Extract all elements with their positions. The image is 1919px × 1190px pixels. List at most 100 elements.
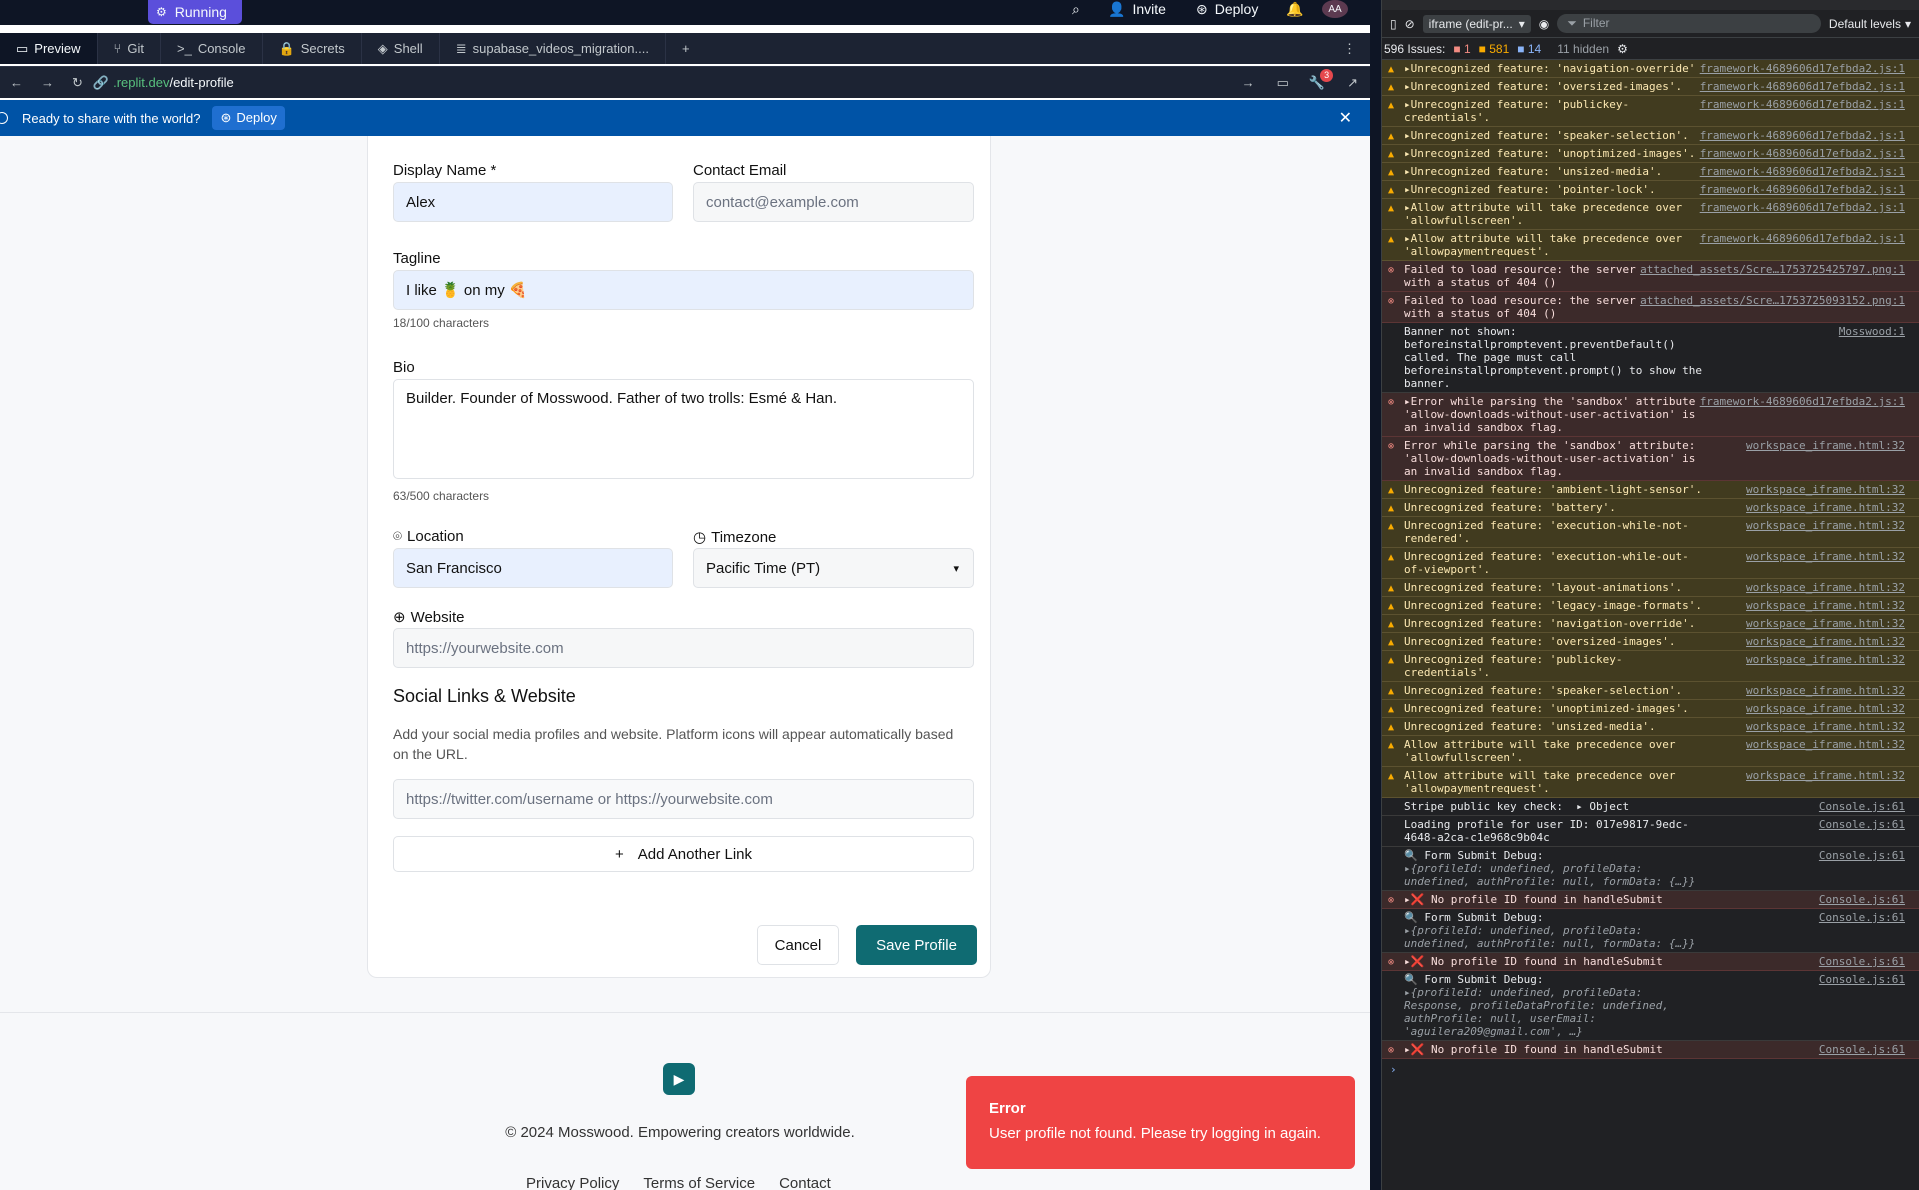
location-input[interactable]: San Francisco	[393, 548, 673, 588]
tab-console[interactable]: >_ Console	[161, 33, 263, 64]
log-source-link[interactable]: framework-4689606d17efbda2.js:1	[1695, 201, 1905, 214]
log-source-link[interactable]: framework-4689606d17efbda2.js:1	[1695, 129, 1905, 142]
go-icon[interactable]: →	[1230, 75, 1267, 90]
log-source-link[interactable]: Console.js:61	[1815, 800, 1905, 813]
console-prompt[interactable]: ›	[1382, 1059, 1919, 1080]
console-log-row[interactable]: 🔍 Form Submit Debug: ▸{profileId: undefin…	[1382, 847, 1919, 891]
log-source-link[interactable]: Console.js:61	[1815, 911, 1905, 924]
console-log-row[interactable]: ▲ Unrecognized feature: 'layout-animation…	[1382, 579, 1919, 597]
website-input[interactable]: https://yourwebsite.com	[393, 628, 974, 668]
console-log-row[interactable]: ▲ Unrecognized feature: 'unoptimized-imag…	[1382, 700, 1919, 718]
issues-bar[interactable]: 596 Issues: ■ 1 ■ 581 ■ 14 11 hidden ⚙	[1382, 38, 1919, 60]
log-object-preview[interactable]: ▸{profileId: undefined, profileData: Res…	[1404, 986, 1915, 1038]
log-source-link[interactable]: workspace_iframe.html:32	[1742, 653, 1905, 666]
console-log-row[interactable]: ▲ ▸Unrecognized feature: 'pointer-lock'. f…	[1382, 181, 1919, 199]
log-source-link[interactable]: workspace_iframe.html:32	[1742, 550, 1905, 563]
console-log-row[interactable]: ▲ Unrecognized feature: 'navigation-overr…	[1382, 615, 1919, 633]
console-log-row[interactable]: ▲ Unrecognized feature: 'unsized-media'. w…	[1382, 718, 1919, 736]
more-options-icon[interactable]: ⋮	[1343, 41, 1370, 57]
search-icon[interactable]: ⌕	[1072, 0, 1080, 18]
log-source-link[interactable]: Console.js:61	[1814, 893, 1905, 906]
console-log-row[interactable]: ▲ ▸Unrecognized feature: 'publickey-crede…	[1382, 96, 1919, 127]
log-object-preview[interactable]: ▸{profileId: undefined, profileData: und…	[1404, 862, 1915, 888]
error-toast[interactable]: Error User profile not found. Please try…	[966, 1076, 1355, 1169]
console-log-row[interactable]: Loading profile for user ID: 017e9817-9e…	[1382, 816, 1919, 847]
avatar[interactable]: AA	[1322, 0, 1348, 18]
tab-shell[interactable]: ◈ Shell	[362, 33, 440, 64]
console-log-row[interactable]: Stripe public key check: ▸ Object Console…	[1382, 798, 1919, 816]
forward-icon[interactable]: →	[33, 75, 62, 90]
tab-preview[interactable]: ▭ Preview	[0, 33, 98, 64]
console-log-row[interactable]: ▲ Unrecognized feature: 'execution-while-…	[1382, 517, 1919, 548]
log-source-link[interactable]: attached_assets/Scre…1753725425797.png:1	[1636, 263, 1905, 276]
filter-input[interactable]: ⏷ Filter	[1557, 14, 1821, 33]
log-source-link[interactable]: workspace_iframe.html:32	[1742, 439, 1905, 452]
reload-icon[interactable]: ↻	[62, 75, 93, 91]
console-log-row[interactable]: ▲ Unrecognized feature: 'oversized-images…	[1382, 633, 1919, 651]
log-source-link[interactable]: Console.js:61	[1814, 955, 1905, 968]
sidebar-toggle-icon[interactable]: ▯	[1390, 17, 1397, 31]
console-log-row[interactable]: ▲ ▸Unrecognized feature: 'unsized-media'.…	[1382, 163, 1919, 181]
log-source-link[interactable]: workspace_iframe.html:32	[1742, 684, 1905, 697]
log-source-link[interactable]: workspace_iframe.html:32	[1742, 720, 1905, 733]
run-status-button[interactable]: ⚙ Running	[148, 0, 242, 24]
banner-deploy-button[interactable]: ⊛ Deploy	[212, 106, 285, 130]
console-log-row[interactable]: ⊗ ▸❌ No profile ID found in handleSubmit C…	[1382, 1041, 1919, 1059]
log-source-link[interactable]: workspace_iframe.html:32	[1742, 738, 1905, 751]
cancel-button[interactable]: Cancel	[757, 925, 839, 965]
tab-git[interactable]: ⑂ Git	[98, 33, 161, 64]
open-new-window-icon[interactable]: ↗	[1335, 75, 1370, 91]
log-source-link[interactable]: workspace_iframe.html:32	[1742, 617, 1905, 630]
contact-link[interactable]: Contact	[779, 1175, 831, 1190]
console-log-row[interactable]: ⊗ ▸❌ No profile ID found in handleSubmit C…	[1382, 953, 1919, 971]
clear-console-icon[interactable]: ⊘	[1405, 17, 1415, 31]
console-log-row[interactable]: ⊗ ▸Error while parsing the 'sandbox' attr…	[1382, 393, 1919, 437]
console-log-row[interactable]: ⊗Failed to load resource: the server res…	[1382, 261, 1919, 292]
contact-email-input[interactable]: contact@example.com	[693, 182, 974, 222]
console-log-row[interactable]: ▲ Unrecognized feature: 'legacy-image-for…	[1382, 597, 1919, 615]
log-source-link[interactable]: framework-4689606d17efbda2.js:1	[1695, 62, 1905, 75]
back-icon[interactable]: ←	[0, 75, 33, 90]
notification-bell-icon[interactable]: 🔔	[1286, 0, 1303, 18]
log-source-link[interactable]: workspace_iframe.html:32	[1742, 769, 1905, 782]
log-source-link[interactable]: framework-4689606d17efbda2.js:1	[1695, 395, 1905, 408]
terms-of-service-link[interactable]: Terms of Service	[643, 1175, 755, 1190]
console-log-row[interactable]: ▲ Unrecognized feature: 'publickey-creden…	[1382, 651, 1919, 682]
bio-textarea[interactable]: Builder. Founder of Mosswood. Father of …	[393, 379, 974, 479]
new-tab-button[interactable]: +	[666, 33, 706, 64]
console-log-row[interactable]: ▲ Unrecognized feature: 'execution-while-…	[1382, 548, 1919, 579]
close-icon[interactable]: ✕	[1339, 108, 1352, 128]
console-log-row[interactable]: ▲ ▸Unrecognized feature: 'navigation-over…	[1382, 60, 1919, 78]
log-source-link[interactable]: framework-4689606d17efbda2.js:1	[1695, 232, 1905, 245]
devices-icon[interactable]: ▭	[1267, 75, 1299, 91]
settings-gear-icon[interactable]: ⚙	[1617, 42, 1628, 56]
tagline-input[interactable]: I like 🍍 on my 🍕	[393, 270, 974, 310]
display-name-input[interactable]: Alex	[393, 182, 673, 222]
add-link-button[interactable]: + Add Another Link	[393, 836, 974, 872]
console-log-row[interactable]: ▲ ▸Unrecognized feature: 'unoptimized-ima…	[1382, 145, 1919, 163]
log-object-preview[interactable]: ▸{profileId: undefined, profileData: und…	[1404, 924, 1915, 950]
save-profile-button[interactable]: Save Profile	[856, 925, 977, 965]
console-log-row[interactable]: ⊗ Error while parsing the 'sandbox' attri…	[1382, 437, 1919, 481]
log-levels-select[interactable]: Default levels ▾	[1829, 17, 1911, 31]
log-source-link[interactable]: Console.js:61	[1814, 1043, 1905, 1056]
console-log-row[interactable]: ▲ ▸Allow attribute will take precedence o…	[1382, 199, 1919, 230]
log-source-link[interactable]: workspace_iframe.html:32	[1742, 501, 1905, 514]
privacy-policy-link[interactable]: Privacy Policy	[526, 1175, 619, 1190]
log-source-link[interactable]: framework-4689606d17efbda2.js:1	[1695, 80, 1905, 93]
log-source-link[interactable]: framework-4689606d17efbda2.js:1	[1695, 165, 1905, 178]
eye-icon[interactable]: ◉	[1539, 17, 1549, 31]
console-log-row[interactable]: 🔍 Form Submit Debug: ▸{profileId: undefin…	[1382, 909, 1919, 953]
social-link-input[interactable]: https://twitter.com/username or https://…	[393, 779, 974, 819]
console-log-row[interactable]: ▲ Allow attribute will take precedence ov…	[1382, 736, 1919, 767]
deploy-button[interactable]: ⊛ Deploy	[1196, 0, 1258, 18]
log-source-link[interactable]: framework-4689606d17efbda2.js:1	[1695, 98, 1905, 111]
console-log-row[interactable]: Banner not shown: beforeinstallprompteve…	[1382, 323, 1919, 393]
context-select[interactable]: iframe (edit-pr... ▾	[1422, 14, 1531, 33]
log-source-link[interactable]: Mosswood:1	[1835, 325, 1905, 338]
log-source-link[interactable]: Console.js:61	[1815, 973, 1905, 986]
console-log-row[interactable]: ▲ Unrecognized feature: 'battery'. workspa…	[1382, 499, 1919, 517]
url-host[interactable]: .replit.dev	[113, 75, 169, 90]
console-log-row[interactable]: ▲ ▸Unrecognized feature: 'speaker-selecti…	[1382, 127, 1919, 145]
log-source-link[interactable]: workspace_iframe.html:32	[1742, 635, 1905, 648]
